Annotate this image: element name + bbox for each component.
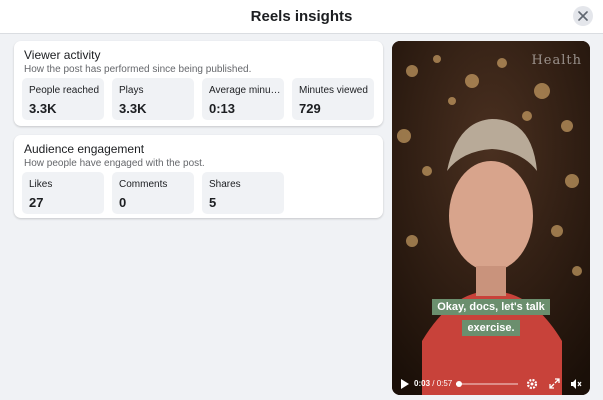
gear-icon[interactable] [526,378,538,390]
volume-muted-icon[interactable] [570,378,582,390]
fullscreen-icon[interactable] [549,378,560,389]
metric-minutes-viewed: Minutes viewed 729 [292,78,374,120]
metric-label: Average minutes viewed [209,85,281,96]
watermark-logo: Health [531,53,582,68]
audience-engagement-card: Audience engagement How people have enga… [14,135,383,218]
metric-shares: Shares 5 [202,172,284,214]
reel-video-player[interactable]: Health Okay, docs, let's talk exercise. … [392,41,590,395]
caption-line: Okay, docs, let's talk [392,297,590,315]
video-controls: 0:03 / 0:57 [392,373,590,395]
duration: 0:57 [436,379,453,388]
progress-scrubber[interactable] [456,381,518,387]
viewer-activity-card: Viewer activity How the post has perform… [14,41,383,126]
viewer-activity-title: Viewer activity [24,48,101,62]
metric-average-minutes-viewed: Average minutes viewed 0:13 [202,78,284,120]
close-icon [578,11,588,21]
caption-text: Okay, docs, let's talk [432,299,550,315]
metric-label: Comments [119,179,168,190]
metric-label: Shares [209,179,241,190]
metric-label: People reached [29,85,100,96]
metric-value: 0 [119,195,127,210]
caption-line: exercise. [392,318,590,336]
caption-text: exercise. [462,320,520,336]
metric-value: 3.3K [119,101,147,116]
time-display: 0:03 / 0:57 [414,379,452,388]
video-frame [392,41,590,395]
metric-value: 5 [209,195,217,210]
metric-label: Minutes viewed [299,85,368,96]
page-title: Reels insights [250,8,353,25]
metric-plays: Plays 3.3K [112,78,194,120]
progress-handle[interactable] [456,381,463,387]
audience-engagement-subtitle: How people have engaged with the post. [24,158,205,169]
metric-value: 3.3K [29,101,57,116]
metric-label: Likes [29,179,53,190]
time-separator: / [430,379,437,388]
close-button[interactable] [573,6,593,26]
metric-comments: Comments 0 [112,172,194,214]
current-time: 0:03 [414,379,431,388]
metric-likes: Likes 27 [22,172,104,214]
audience-engagement-title: Audience engagement [24,142,145,156]
viewer-activity-subtitle: How the post has performed since being p… [24,64,252,75]
play-icon[interactable] [401,379,409,389]
metric-value: 729 [299,101,321,116]
metric-value: 0:13 [209,101,236,116]
metric-value: 27 [29,195,44,210]
metric-label: Plays [119,85,144,96]
metric-people-reached: People reached 3.3K [22,78,104,120]
modal-header: Reels insights [0,0,603,34]
